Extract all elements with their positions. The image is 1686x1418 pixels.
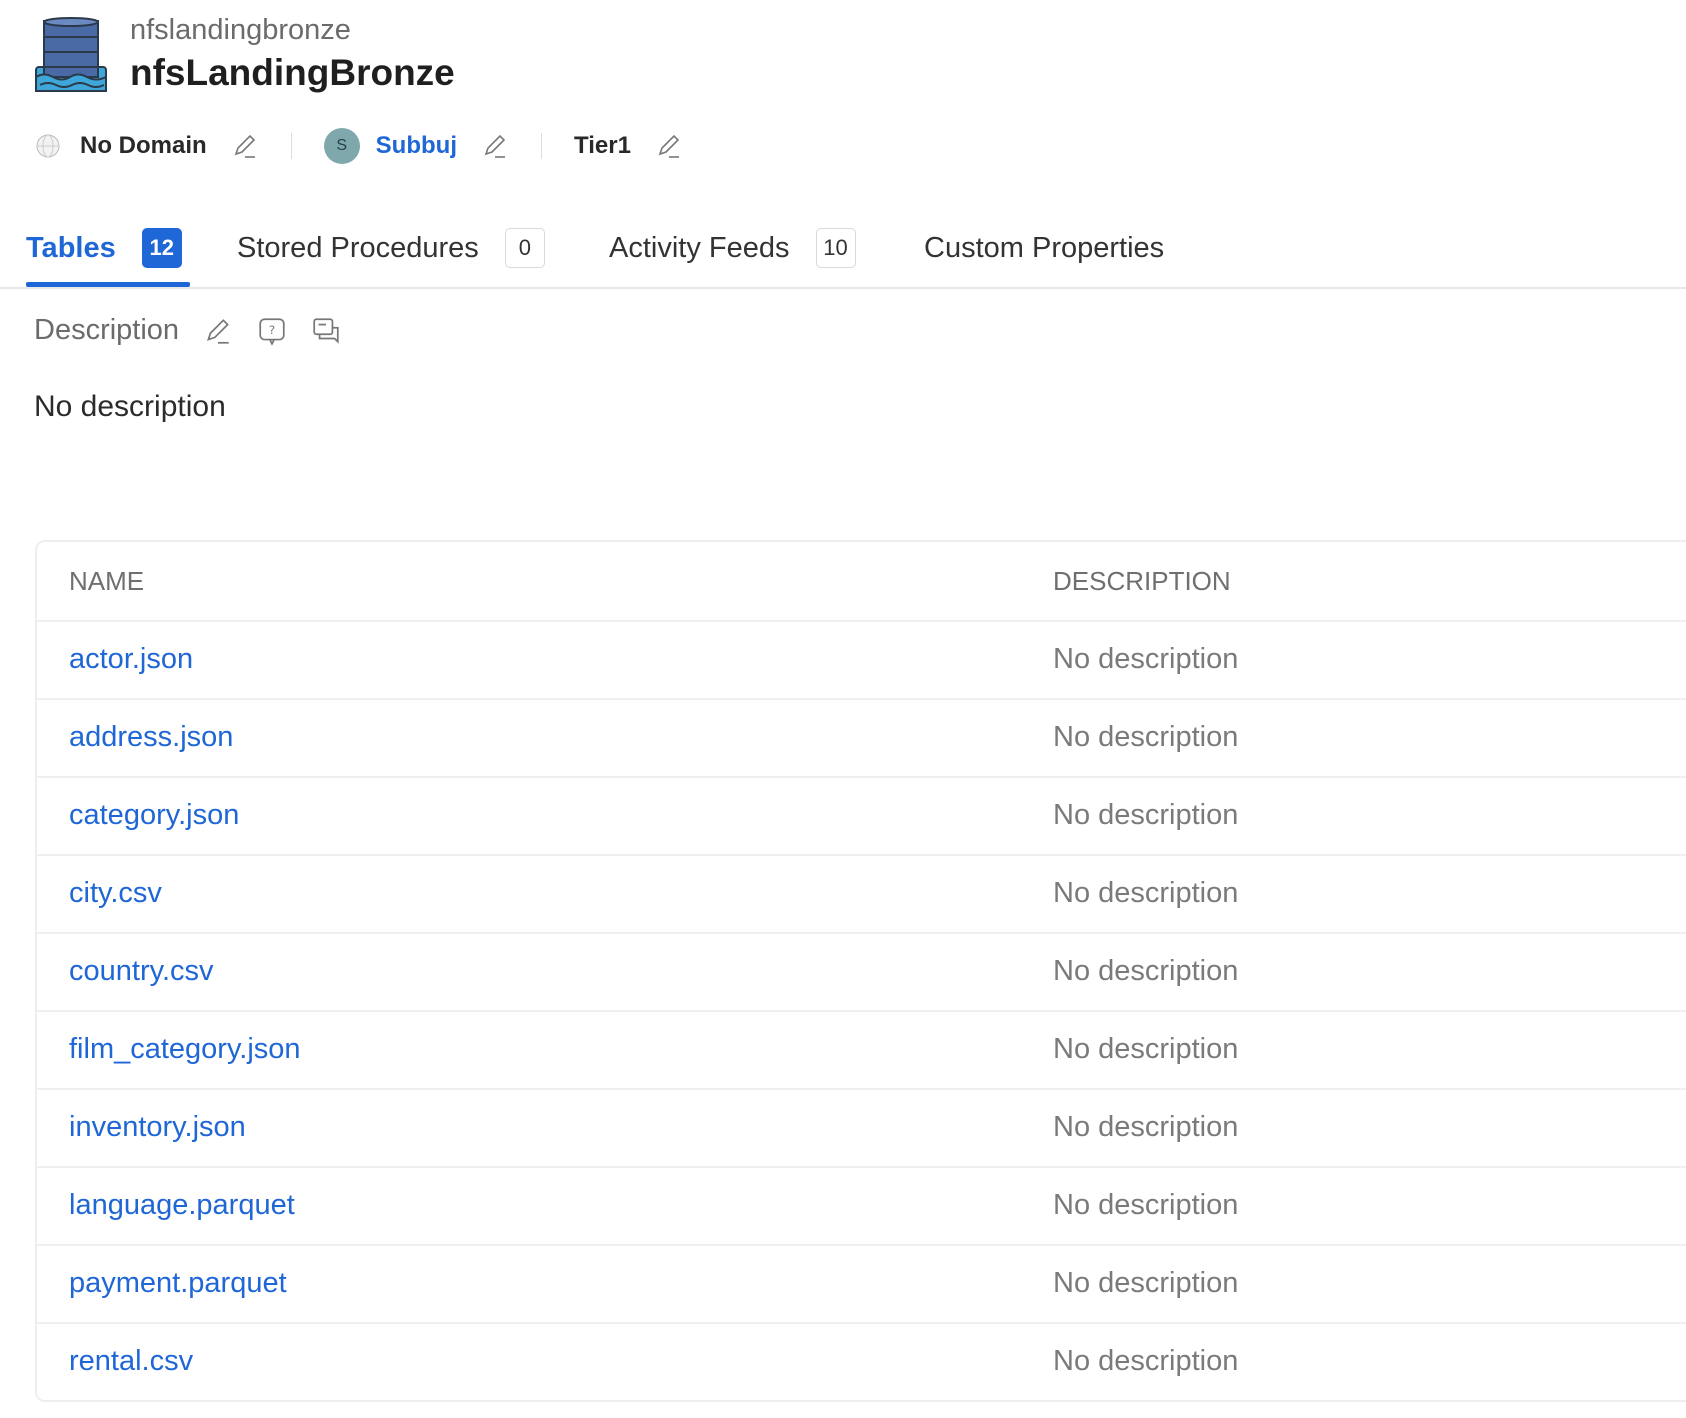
edit-domain-icon[interactable] — [231, 132, 259, 160]
table-row: address.json No description — [37, 698, 1686, 778]
table-header-row: NAME DESCRIPTION — [37, 542, 1686, 622]
conversation-icon[interactable] — [311, 316, 341, 346]
description-heading: Description — [34, 314, 180, 346]
table-name-link[interactable]: rental.csv — [69, 1345, 193, 1378]
table-name-link[interactable]: inventory.json — [69, 1111, 246, 1144]
edit-tier-icon[interactable] — [655, 132, 683, 160]
domain-label: No Domain — [80, 132, 207, 159]
page-title: nfsLandingBronze — [130, 52, 455, 93]
table-row: film_category.json No description — [37, 1010, 1686, 1090]
edit-description-icon[interactable] — [203, 316, 233, 346]
divider — [541, 133, 542, 159]
divider — [290, 133, 292, 159]
table-row: rental.csv No description — [37, 1322, 1686, 1400]
metadata-bar: No Domain S Subbuj Tier1 — [36, 126, 683, 166]
table-description: No description — [1053, 642, 1239, 675]
table-name-link[interactable]: city.csv — [69, 877, 162, 910]
table-description: No description — [1053, 1188, 1239, 1221]
avatar: S — [323, 128, 360, 164]
table-row: inventory.json No description — [37, 1088, 1686, 1168]
tab-label: Stored Procedures — [237, 231, 479, 264]
edit-owner-icon[interactable] — [481, 132, 509, 160]
tab-label: Tables — [26, 231, 116, 264]
table-description: No description — [1053, 798, 1239, 831]
table-description: No description — [1053, 1110, 1239, 1143]
table-description: No description — [1053, 1266, 1239, 1299]
description-text: No description — [34, 390, 226, 423]
tab-count-badge: 0 — [504, 228, 545, 268]
table-row: category.json No description — [37, 776, 1686, 856]
tab-stored-procedures[interactable]: Stored Procedures 0 — [237, 218, 545, 278]
tab-label: Custom Properties — [924, 231, 1165, 264]
tier-label: Tier1 — [574, 132, 631, 159]
table-description: No description — [1053, 876, 1239, 909]
table-description: No description — [1053, 1032, 1239, 1065]
request-description-icon[interactable]: ? — [257, 316, 287, 346]
entity-fqn-name: nfslandingbronze — [130, 14, 351, 46]
tab-count-badge: 10 — [815, 228, 856, 268]
svg-text:?: ? — [269, 323, 275, 337]
tab-bar: Tables 12 Stored Procedures 0 Activity F… — [0, 210, 1686, 289]
tab-label: Activity Feeds — [609, 231, 790, 264]
table-name-link[interactable]: country.csv — [69, 955, 214, 988]
table-row: city.csv No description — [37, 854, 1686, 934]
domain-field: No Domain — [36, 132, 259, 160]
tab-custom-properties[interactable]: Custom Properties — [924, 218, 1164, 278]
table-row: country.csv No description — [37, 932, 1686, 1012]
table-name-link[interactable]: category.json — [69, 799, 239, 832]
table-description: No description — [1053, 954, 1239, 987]
description-header: Description ? — [34, 314, 341, 347]
column-header-name: NAME — [69, 565, 145, 596]
tab-count-badge: 12 — [141, 228, 182, 268]
table-name-link[interactable]: address.json — [69, 721, 233, 754]
table-row: payment.parquet No description — [37, 1244, 1686, 1324]
owner-field: S Subbuj — [323, 128, 509, 164]
tab-activity-feeds[interactable]: Activity Feeds 10 — [609, 218, 856, 278]
table-name-link[interactable]: actor.json — [69, 643, 193, 676]
owner-link[interactable]: Subbuj — [376, 132, 457, 160]
table-row: language.parquet No description — [37, 1166, 1686, 1246]
tables-table: NAME DESCRIPTION actor.json No descriptio… — [35, 540, 1686, 1402]
tier-field: Tier1 — [574, 132, 683, 160]
tab-tables[interactable]: Tables 12 — [26, 218, 182, 278]
table-name-link[interactable]: film_category.json — [69, 1033, 301, 1066]
globe-icon — [36, 134, 60, 158]
table-description: No description — [1053, 1344, 1239, 1377]
column-header-description: DESCRIPTION — [1053, 565, 1231, 596]
table-name-link[interactable]: language.parquet — [69, 1189, 295, 1222]
active-tab-indicator — [26, 282, 190, 287]
table-description: No description — [1053, 720, 1239, 753]
database-lake-icon — [35, 17, 107, 92]
table-name-link[interactable]: payment.parquet — [69, 1267, 287, 1300]
table-row: actor.json No description — [37, 620, 1686, 700]
